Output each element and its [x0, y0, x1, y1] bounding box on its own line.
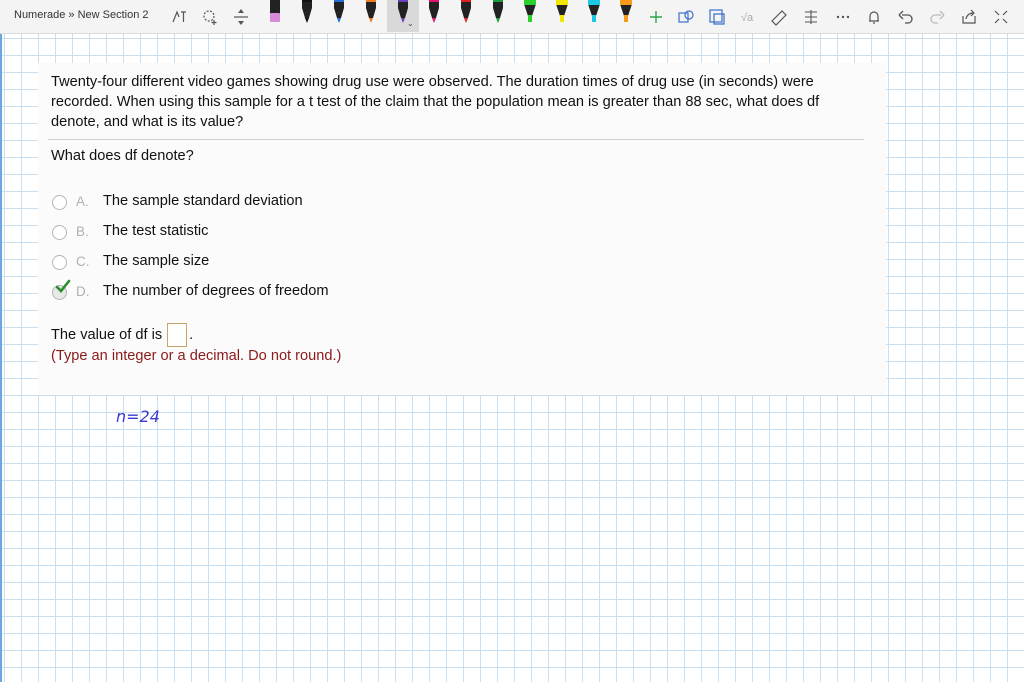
handwritten-text: n=24: [116, 407, 160, 426]
pen-green-icon[interactable]: [490, 0, 506, 30]
df-answer-input[interactable]: [167, 323, 188, 347]
pen-pink-icon[interactable]: [267, 0, 283, 30]
ruler-icon[interactable]: [768, 6, 790, 28]
onenote-window: Numerade » New Section 2 ⌄ √a Twenty-fou…: [0, 0, 1024, 682]
option-c[interactable]: C. The sample size: [52, 253, 452, 273]
option-letter: C.: [76, 254, 90, 269]
replay-ink-icon[interactable]: [800, 6, 822, 28]
page-edge: [0, 34, 2, 682]
undo-icon[interactable]: [895, 6, 917, 28]
handwritten-note[interactable]: n=24: [114, 404, 184, 428]
question-card: Twenty-four different video games showin…: [38, 63, 886, 395]
notifications-icon[interactable]: [863, 6, 885, 28]
option-text: The sample size: [103, 253, 210, 269]
radio-a[interactable]: [52, 195, 67, 210]
pen-blue-icon[interactable]: [331, 0, 347, 30]
option-letter: B.: [76, 224, 89, 239]
checkmark-icon: [55, 279, 71, 293]
option-text: The test statistic: [103, 223, 209, 239]
share-icon[interactable]: [958, 6, 980, 28]
math-icon[interactable]: √a: [737, 6, 759, 28]
df-suffix: .: [189, 327, 194, 343]
option-text: The number of degrees of freedom: [103, 283, 329, 299]
add-space-icon[interactable]: [230, 6, 252, 28]
add-pen-icon[interactable]: [645, 6, 667, 28]
more-options-icon[interactable]: [832, 6, 854, 28]
pen-purple-icon[interactable]: ⌄: [395, 0, 414, 30]
option-letter: D.: [76, 284, 90, 299]
toolbar: Numerade » New Section 2 ⌄ √a: [0, 0, 1024, 34]
pen-black-icon[interactable]: [299, 0, 315, 30]
ink-to-shape-icon[interactable]: [706, 6, 728, 28]
question-text: Twenty-four different video games showin…: [51, 74, 820, 130]
pen-red-icon[interactable]: [458, 0, 474, 30]
sub-question: What does df denote?: [51, 148, 194, 164]
option-b[interactable]: B. The test statistic: [52, 223, 452, 243]
answer-hint: (Type an integer or a decimal. Do not ro…: [51, 348, 342, 364]
option-text: The sample standard deviation: [103, 193, 303, 209]
ink-to-text-icon[interactable]: [168, 6, 190, 28]
highlighter-cyan-icon[interactable]: [586, 0, 602, 30]
breadcrumb[interactable]: Numerade » New Section 2: [14, 9, 149, 21]
pen-magenta-icon[interactable]: [426, 0, 442, 30]
svg-text:√a: √a: [741, 12, 754, 24]
df-answer-line: The value of df is .: [51, 323, 193, 347]
option-letter: A.: [76, 194, 89, 209]
df-prompt: The value of df is: [51, 327, 163, 343]
divider: [48, 139, 864, 140]
pen-orange-icon[interactable]: [363, 0, 379, 30]
highlighter-green-icon[interactable]: [522, 0, 538, 30]
radio-c[interactable]: [52, 255, 67, 270]
radio-b[interactable]: [52, 225, 67, 240]
chevron-down-icon[interactable]: ⌄: [407, 19, 414, 28]
highlighter-yellow-icon[interactable]: [554, 0, 570, 30]
shapes-icon[interactable]: [675, 6, 697, 28]
option-d[interactable]: D. The number of degrees of freedom: [52, 279, 452, 303]
highlighter-orange-icon[interactable]: [618, 0, 634, 30]
redo-icon[interactable]: [926, 6, 948, 28]
option-a[interactable]: A. The sample standard deviation: [52, 193, 452, 213]
lasso-select-icon[interactable]: [199, 6, 221, 28]
full-screen-icon[interactable]: [990, 6, 1012, 28]
